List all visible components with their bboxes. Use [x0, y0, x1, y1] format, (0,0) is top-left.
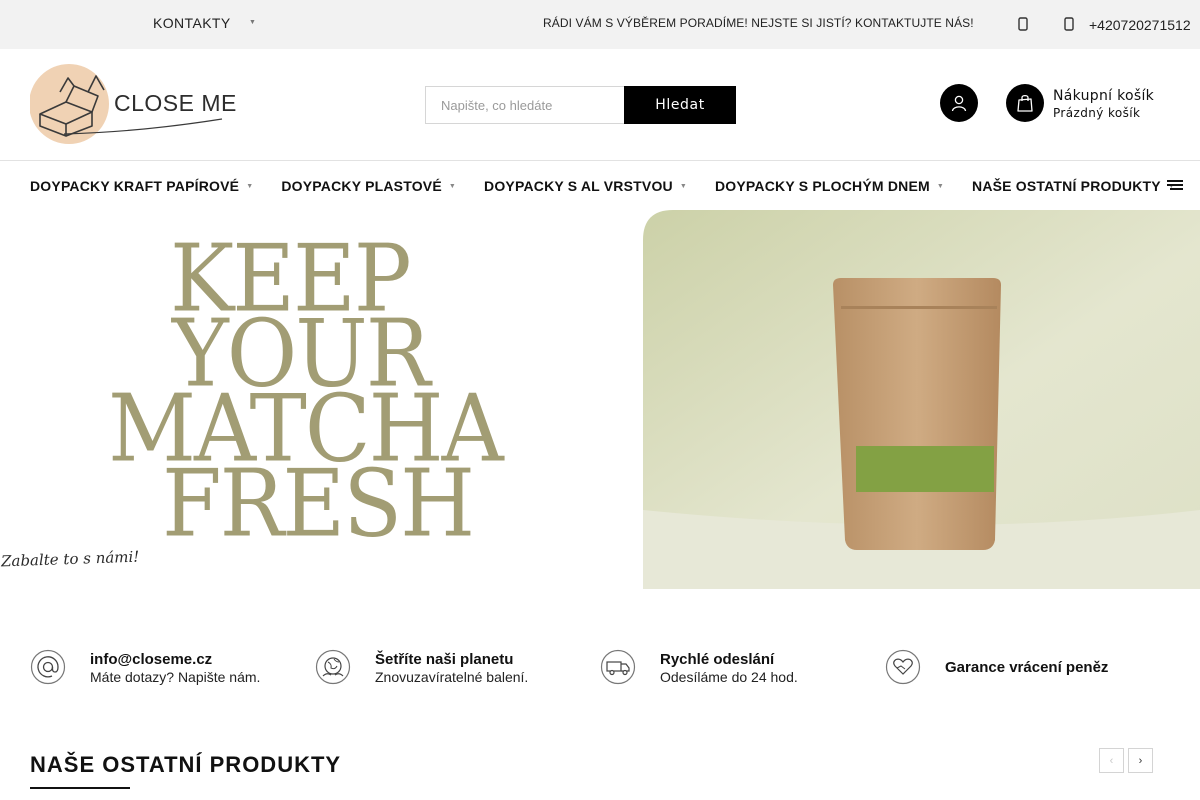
mail-icon[interactable]: [1018, 16, 1028, 32]
top-bar: KONTAKTY ▼ RÁDI VÁM S VÝBĚREM PORADÍME! …: [0, 0, 1200, 49]
phone-icon[interactable]: [1064, 16, 1074, 32]
chevron-down-icon: ▼: [246, 182, 254, 190]
banner-headline-line: FRESH: [162, 450, 475, 558]
section-underline: [30, 787, 130, 789]
pouch-photo: [643, 210, 1200, 589]
nav-item-label: DOYPACKY KRAFT PAPÍROVÉ: [30, 178, 240, 194]
benefit-shipping: Rychlé odeslání Odesíláme do 24 hod.: [600, 648, 860, 688]
section-title: NAŠE OSTATNÍ PRODUKTY: [30, 752, 342, 777]
hamburger-menu-icon[interactable]: [1167, 180, 1183, 190]
banner-tagline: Zabalte to s námi!: [0, 547, 140, 571]
search-button[interactable]: Hledat: [624, 86, 736, 124]
carousel-prev-button[interactable]: ‹: [1099, 748, 1124, 773]
benefit-guarantee: Garance vrácení peněz: [885, 648, 1145, 688]
benefit-text: Znovuzavíratelné balení.: [375, 669, 529, 685]
benefit-email[interactable]: info@closeme.cz Máte dotazy? Napište nám…: [30, 648, 290, 688]
heart-hands-icon: [885, 649, 921, 685]
nav-item-label: DOYPACKY S PLOCHÝM DNEM: [714, 178, 930, 194]
main-nav: DOYPACKY KRAFT PAPÍROVÉ ▼ DOYPACKY PLASTO…: [30, 176, 1200, 196]
cart-status: Prázdný košík: [1053, 106, 1141, 120]
nav-item-label: NAŠE OSTATNÍ PRODUKTY: [972, 178, 1161, 194]
user-icon: [951, 95, 967, 112]
chevron-down-icon: ▼: [679, 182, 687, 190]
nav-item-plastove[interactable]: DOYPACKY PLASTOVÉ ▼: [281, 176, 456, 196]
top-contacts-link[interactable]: KONTAKTY: [153, 15, 231, 31]
cart-title[interactable]: Nákupní košík: [1053, 88, 1154, 104]
benefit-title: Garance vrácení peněz: [945, 659, 1109, 676]
benefit-text: Máte dotazy? Napište nám.: [90, 669, 261, 685]
shopping-bag-icon: [1017, 94, 1033, 112]
truck-icon: [600, 649, 636, 685]
benefit-title: Rychlé odeslání: [660, 651, 775, 668]
nav-item-ostatni[interactable]: NAŠE OSTATNÍ PRODUKTY▼: [972, 176, 1175, 196]
nav-item-label: DOYPACKY PLASTOVÉ: [281, 178, 442, 194]
search-input[interactable]: [425, 86, 625, 124]
benefit-text: Odesíláme do 24 hod.: [660, 669, 798, 685]
nav-item-plochy-dno[interactable]: DOYPACKY S PLOCHÝM DNEM ▼: [715, 176, 944, 196]
hero-banner[interactable]: KEEP YOUR MATCHA FRESH Zabalte to s námi…: [0, 210, 1200, 590]
at-sign-icon: [30, 649, 66, 685]
chevron-down-icon: ▼: [936, 182, 945, 190]
nav-item-label: DOYPACKY S AL VRSTVOU: [484, 178, 673, 194]
cart-button[interactable]: [1006, 84, 1044, 122]
carousel-next-button[interactable]: ›: [1128, 748, 1153, 773]
chevron-down-icon: ▼: [448, 182, 457, 190]
top-message: RÁDI VÁM S VÝBĚREM PORADÍME! NEJSTE SI J…: [543, 16, 974, 30]
phone-number[interactable]: +420720271512: [1089, 17, 1191, 33]
logo-text[interactable]: CLOSE ME: [114, 90, 237, 117]
chevron-down-icon[interactable]: ▼: [249, 19, 256, 26]
nav-divider: [0, 160, 1200, 161]
nav-item-al-vrstva[interactable]: DOYPACKY S AL VRSTVOU ▼: [484, 176, 687, 196]
benefit-title: info@closeme.cz: [90, 651, 213, 668]
nav-item-kraft[interactable]: DOYPACKY KRAFT PAPÍROVÉ ▼: [30, 176, 253, 196]
login-button[interactable]: [940, 84, 978, 122]
benefit-title: Šetříte naši planetu: [375, 651, 514, 668]
banner-text-panel: KEEP YOUR MATCHA FRESH Zabalte to s námi…: [0, 210, 644, 590]
planet-icon: [315, 649, 351, 685]
benefit-planet: Šetříte naši planetu Znovuzavíratelné ba…: [315, 648, 575, 688]
